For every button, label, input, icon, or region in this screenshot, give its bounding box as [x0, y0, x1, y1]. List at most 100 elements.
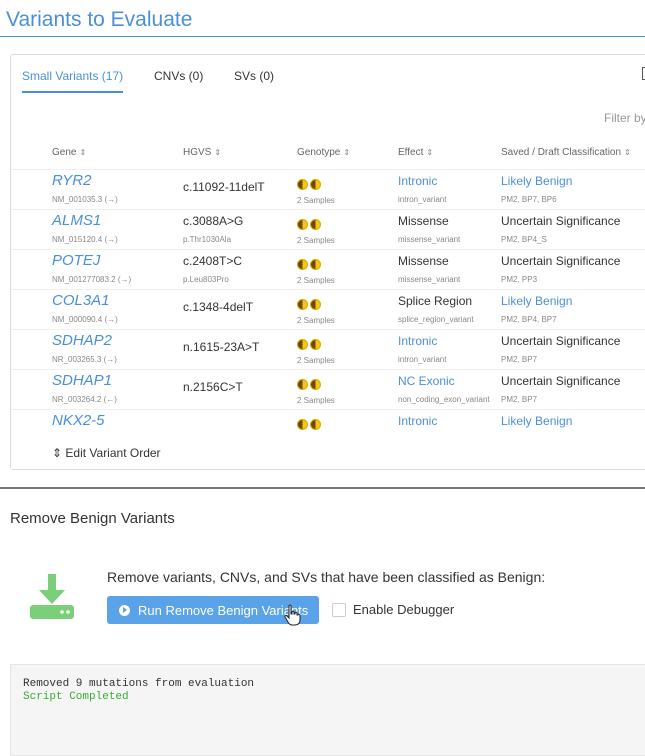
table-row[interactable]: RYR2 NM_001035.3 (→) c.11092-11delT 2 Sampl… — [11, 169, 645, 210]
classification-value[interactable]: Uncertain Significance — [501, 334, 620, 348]
hand-cursor-icon — [284, 604, 301, 626]
acmg-criteria: PM2, PP3 — [501, 275, 538, 284]
heterozygous-icon — [297, 379, 308, 390]
column-header-genotype[interactable]: Genotype ⇕ — [297, 147, 350, 158]
hgvs-value: c.1348-4delT — [183, 300, 254, 314]
table-row[interactable]: POTEJ NM_001277083.2 (→) c.2408T>C p.Leu803… — [11, 249, 645, 290]
heterozygous-icon — [297, 259, 308, 270]
gene-link[interactable]: RYR2 — [52, 172, 91, 189]
sample-count: 2 Samples — [297, 356, 335, 365]
table-row[interactable]: NKX2-5 Intronic Likely Benign — [11, 409, 645, 431]
consequence-label: intron_variant — [398, 195, 447, 204]
title-underline — [0, 36, 645, 37]
effect-value[interactable]: Intronic — [398, 334, 437, 348]
heterozygous-icon — [310, 299, 321, 310]
transcript-label: NR_003264.2 (←) — [52, 395, 117, 404]
table-row[interactable]: ALMS1 NM_015120.4 (→) c.3088A>G p.Thr1030Al… — [11, 209, 645, 250]
gene-link[interactable]: SDHAP1 — [52, 372, 112, 389]
sort-icon: ⇕ — [624, 148, 631, 157]
genotype-icons — [297, 417, 323, 431]
console-line: Script Completed — [23, 691, 129, 703]
gene-link[interactable]: SDHAP2 — [52, 332, 112, 349]
consequence-label: splice_region_variant — [398, 315, 474, 324]
enable-debugger-label[interactable]: Enable Debugger — [353, 602, 454, 617]
sample-count: 2 Samples — [297, 236, 335, 245]
heterozygous-icon — [310, 419, 321, 430]
acmg-criteria: PM2, BP4, BP7 — [501, 315, 557, 324]
genotype-icons — [297, 177, 323, 195]
sort-icon: ⇕ — [214, 148, 222, 157]
transcript-label: NM_001277083.2 (→) — [52, 275, 132, 284]
sample-count: 2 Samples — [297, 396, 335, 405]
classification-value[interactable]: Uncertain Significance — [501, 374, 620, 388]
genotype-icons — [297, 217, 323, 235]
variants-panel: Small Variants (17) CNVs (0) SVs (0) Fil… — [10, 54, 645, 470]
section-divider — [0, 487, 645, 489]
column-header-classification[interactable]: Saved / Draft Classification ⇕ — [501, 147, 631, 158]
classification-value[interactable]: Likely Benign — [501, 294, 572, 308]
genotype-icons — [297, 337, 323, 355]
script-output-console: Removed 9 mutations from evaluation Scrip… — [10, 664, 645, 756]
column-header-gene[interactable]: Gene ⇕ — [52, 147, 86, 158]
consequence-label: missense_variant — [398, 275, 461, 284]
effect-value: Splice Region — [398, 294, 473, 308]
sample-count: 2 Samples — [297, 316, 335, 325]
transcript-label: NM_000090.4 (→) — [52, 315, 118, 324]
acmg-criteria: PM2, BP7 — [501, 395, 538, 404]
effect-value: Missense — [398, 254, 449, 268]
consequence-label: non_coding_exon_variant — [398, 395, 490, 404]
table-row[interactable]: SDHAP2 NR_003265.3 (→) n.1615-23A>T 2 Sampl… — [11, 329, 645, 370]
tab-small-variants[interactable]: Small Variants (17) — [22, 69, 124, 93]
protein-change: p.Thr1030Ala — [183, 235, 232, 244]
effect-value[interactable]: Intronic — [398, 414, 437, 428]
heterozygous-icon — [310, 259, 321, 270]
column-header-effect[interactable]: Effect ⇕ — [398, 147, 433, 158]
console-line: Removed 9 mutations from evaluation — [23, 678, 255, 690]
classification-value[interactable]: Likely Benign — [501, 174, 572, 188]
effect-value[interactable]: NC Exonic — [398, 374, 455, 388]
hgvs-value: c.2408T>C — [183, 254, 243, 268]
table-row[interactable]: COL3A1 NM_000090.4 (→) c.1348-4delT 2 Sampl… — [11, 289, 645, 330]
classification-value[interactable]: Likely Benign — [501, 414, 572, 428]
classification-value[interactable]: Uncertain Significance — [501, 254, 620, 268]
heterozygous-icon — [297, 299, 308, 310]
remove-benign-description: Remove variants, CNVs, and SVs that have… — [107, 569, 546, 585]
heterozygous-icon — [310, 219, 321, 230]
heterozygous-icon — [297, 419, 308, 430]
download-icon — [30, 574, 74, 619]
transcript-label: NM_015120.4 (→) — [52, 235, 118, 244]
consequence-label: intron_variant — [398, 355, 447, 364]
play-icon — [119, 604, 130, 616]
transcript-label: NM_001035.3 (→) — [52, 195, 118, 204]
filter-label[interactable]: Filter by — [604, 111, 645, 125]
remove-benign-title: Remove Benign Variants — [10, 510, 175, 527]
sample-count: 2 Samples — [297, 276, 335, 285]
genotype-icons — [297, 257, 323, 275]
variant-tabs: Small Variants (17) CNVs (0) SVs (0) — [11, 55, 645, 93]
run-button-label: Run Remove Benign Variants — [138, 602, 309, 618]
column-header-hgvs[interactable]: HGVS ⇕ — [183, 147, 221, 158]
acmg-criteria: PM2, BP7, BP6 — [501, 195, 557, 204]
genotype-icons — [297, 377, 323, 395]
gene-link[interactable]: COL3A1 — [52, 292, 110, 309]
gene-link[interactable]: ALMS1 — [52, 212, 101, 229]
gene-link[interactable]: POTEJ — [52, 252, 100, 269]
heterozygous-icon — [310, 179, 321, 190]
tab-cnvs[interactable]: CNVs (0) — [154, 69, 203, 91]
acmg-criteria: PM2, BP4_S — [501, 235, 547, 244]
page-title: Variants to Evaluate — [6, 8, 193, 31]
consequence-label: missense_variant — [398, 235, 461, 244]
edit-variant-order-link[interactable]: ⇕ Edit Variant Order — [52, 446, 161, 460]
tab-svs[interactable]: SVs (0) — [234, 69, 274, 91]
hgvs-value: n.1615-23A>T — [183, 340, 260, 354]
effect-value[interactable]: Intronic — [398, 174, 437, 188]
sort-icon: ⇕ — [79, 148, 87, 157]
enable-debugger-checkbox[interactable] — [332, 603, 346, 617]
transcript-label: NR_003265.3 (→) — [52, 355, 117, 364]
gene-link[interactable]: NKX2-5 — [52, 412, 105, 429]
table-row[interactable]: SDHAP1 NR_003264.2 (←) n.2156C>T 2 Samples N… — [11, 369, 645, 410]
sample-count: 2 Samples — [297, 196, 335, 205]
heterozygous-icon — [297, 219, 308, 230]
genotype-icons — [297, 297, 323, 315]
classification-value[interactable]: Uncertain Significance — [501, 214, 620, 228]
